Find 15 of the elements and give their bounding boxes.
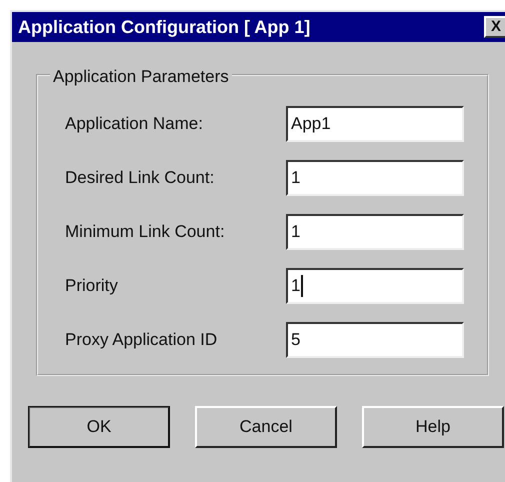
help-button[interactable]: Help xyxy=(362,406,504,448)
field-label: Desired Link Count: xyxy=(65,166,216,189)
field-label: Priority xyxy=(65,274,119,297)
input-field[interactable]: 1 xyxy=(286,160,464,196)
input-field[interactable]: 1 xyxy=(286,214,464,250)
input-field[interactable]: App1 xyxy=(286,106,464,142)
window-title: Application Configuration [ App 1] xyxy=(18,16,310,39)
field-label: Proxy Application ID xyxy=(65,328,218,351)
field-label: Minimum Link Count: xyxy=(65,220,226,243)
cancel-button[interactable]: Cancel xyxy=(195,406,337,448)
input-field[interactable]: 5 xyxy=(286,322,464,358)
close-button[interactable]: X xyxy=(484,16,505,38)
input-field[interactable]: 1 xyxy=(286,268,464,304)
field-label: Application Name: xyxy=(65,112,204,135)
ok-button[interactable]: OK xyxy=(28,406,170,448)
